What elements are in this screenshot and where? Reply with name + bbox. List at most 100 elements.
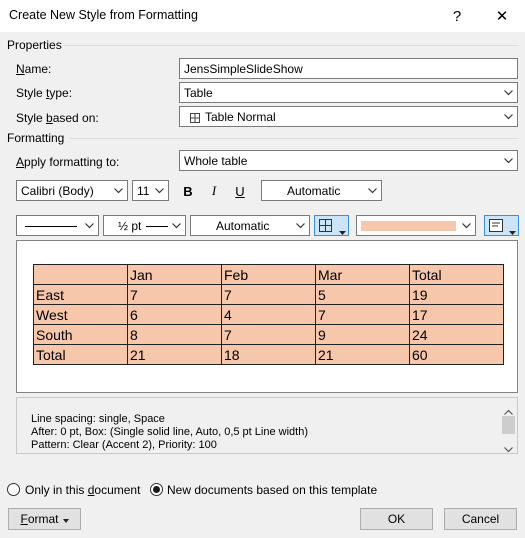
font-name-value: Calibri (Body) [21, 184, 94, 198]
only-document-label[interactable]: Only in this document [25, 483, 140, 497]
table-cell: 21 [315, 344, 410, 365]
line-weight-value: ½ pt [118, 219, 142, 233]
font-color-combo[interactable]: Automatic [261, 180, 382, 201]
chevron-down-icon [500, 107, 517, 126]
based-on-value: Table Normal [205, 110, 276, 124]
ok-button[interactable]: OK [360, 508, 433, 530]
border-color-value: Automatic [216, 219, 270, 233]
table-cell: East [33, 284, 128, 305]
table-cell: 4 [221, 304, 316, 325]
description-line-1: Line spacing: single, Space [31, 413, 165, 425]
underline-button[interactable]: U [230, 181, 250, 201]
chevron-down-icon [458, 216, 475, 235]
cell-alignment-icon [489, 219, 503, 235]
style-type-label: Style type: [16, 86, 73, 100]
table-cell: Total [409, 264, 504, 285]
line-weight-sample [146, 226, 168, 227]
italic-button[interactable]: I [204, 181, 224, 201]
new-documents-radio[interactable] [150, 483, 163, 496]
font-size-combo[interactable]: 11 [132, 180, 169, 201]
help-icon: ? [452, 7, 462, 25]
table-cell: 18 [221, 344, 316, 365]
apply-formatting-label: Apply formatting to: [16, 155, 120, 169]
chevron-down-icon [81, 216, 98, 235]
bold-button[interactable]: B [178, 181, 198, 201]
chevron-down-icon [500, 151, 517, 170]
style-type-select[interactable]: Table [179, 82, 518, 103]
help-button[interactable]: ? [434, 0, 480, 32]
line-style-sample [25, 226, 77, 227]
table-cell: 8 [127, 324, 222, 345]
table-cell: Mar [315, 264, 410, 285]
table-cell: 7 [221, 324, 316, 345]
style-description: Line spacing: single, Space After: 0 pt,… [16, 397, 518, 454]
formatting-divider [70, 138, 519, 139]
properties-divider [64, 45, 519, 46]
table-cell: 7 [315, 304, 410, 325]
table-cell: Feb [221, 264, 316, 285]
radio-selected-dot [153, 486, 160, 493]
shading-swatch [361, 221, 456, 231]
table-cell: 60 [409, 344, 504, 365]
description-line-3: Pattern: Clear (Accent 2), Priority: 100 [31, 439, 217, 451]
scroll-thumb[interactable] [502, 416, 515, 434]
table-cell: 17 [409, 304, 504, 325]
cancel-button[interactable]: Cancel [444, 508, 517, 530]
apply-formatting-select[interactable]: Whole table [179, 150, 518, 171]
table-cell: 21 [127, 344, 222, 365]
new-documents-label[interactable]: New documents based on this template [167, 483, 377, 497]
table-preview: Jan Feb Mar Total East 7 7 5 19 West 6 4 7 17 South 8 7 9… [16, 240, 518, 393]
only-document-radio[interactable] [7, 483, 20, 496]
close-icon: ✕ [495, 8, 509, 25]
scroll-down-icon[interactable] [504, 442, 513, 456]
dialog-title: Create New Style from Formatting [9, 8, 198, 22]
preview-table: Jan Feb Mar Total East 7 7 5 19 West 6 4 7 17 South 8 7 9… [33, 264, 504, 365]
table-cell [33, 264, 128, 285]
table-row: Jan Feb Mar Total [33, 264, 504, 285]
description-line-2: After: 0 pt, Box: (Single solid line, Au… [31, 426, 308, 438]
chevron-down-icon [151, 181, 168, 200]
description-scrollbar[interactable] [500, 398, 517, 453]
chevron-down-icon [168, 216, 185, 235]
table-row: Total 21 18 21 60 [33, 344, 504, 365]
name-label: Name: [16, 62, 52, 76]
line-style-combo[interactable] [16, 215, 99, 236]
border-color-combo[interactable]: Automatic [190, 215, 310, 236]
dropdown-arrow-icon [62, 512, 69, 526]
table-grid-icon [190, 112, 200, 123]
name-field[interactable]: JensSimpleSlideShow [179, 58, 518, 79]
table-cell: West [33, 304, 128, 325]
table-cell: 6 [127, 304, 222, 325]
table-cell: Total [33, 344, 128, 365]
line-weight-combo[interactable]: ½ pt [103, 215, 186, 236]
based-on-select[interactable]: Table Normal [179, 106, 518, 127]
table-cell: Jan [127, 264, 222, 285]
table-cell: 5 [315, 284, 410, 305]
format-label: Format [20, 512, 59, 526]
chevron-down-icon [364, 181, 381, 200]
alignment-button[interactable] [484, 215, 519, 236]
table-row: East 7 7 5 19 [33, 284, 504, 305]
table-cell: 24 [409, 324, 504, 345]
font-name-combo[interactable]: Calibri (Body) [16, 180, 128, 201]
font-size-value: 11 [137, 184, 150, 198]
chevron-down-icon [292, 216, 309, 235]
table-row: West 6 4 7 17 [33, 304, 504, 325]
properties-label: Properties [7, 38, 62, 52]
table-cell: 7 [221, 284, 316, 305]
table-cell: 7 [127, 284, 222, 305]
chevron-down-icon [110, 181, 127, 200]
dropdown-arrow-icon [339, 224, 346, 238]
table-cell: South [33, 324, 128, 345]
close-button[interactable]: ✕ [479, 0, 525, 32]
table-row: South 8 7 9 24 [33, 324, 504, 345]
font-color-value: Automatic [287, 184, 341, 198]
based-on-label: Style based on: [16, 111, 99, 125]
table-cell: 9 [315, 324, 410, 345]
format-button[interactable]: Format [8, 508, 81, 530]
borders-grid-icon [319, 219, 332, 235]
borders-button[interactable] [314, 215, 349, 236]
shading-color-combo[interactable] [356, 215, 476, 236]
name-value: JensSimpleSlideShow [184, 62, 303, 76]
style-type-value: Table [184, 86, 213, 100]
